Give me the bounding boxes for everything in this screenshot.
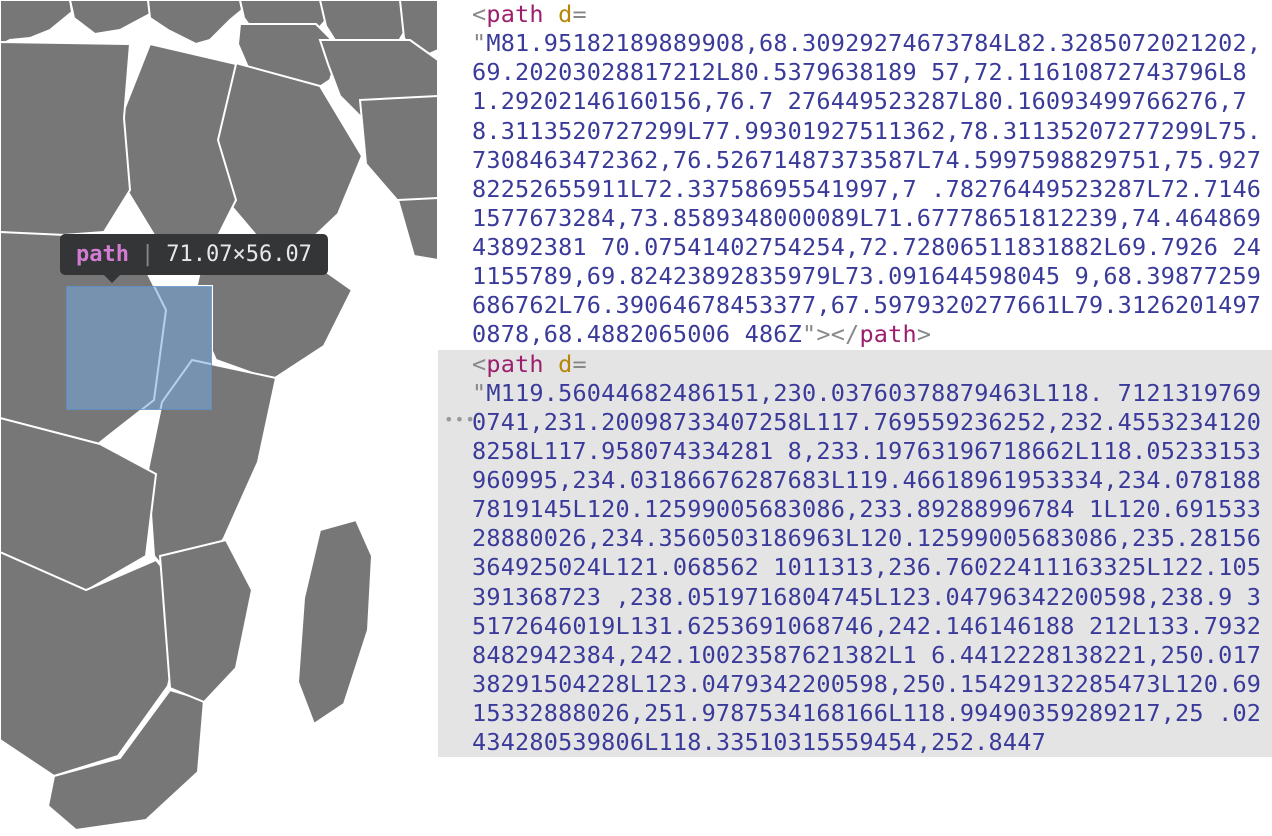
expand-icon[interactable]: •••	[444, 410, 476, 430]
path2-d-attr: M119.56044682486151,230.03760378879463L1…	[472, 379, 1261, 757]
tooltip-dimensions: 71.07×56.07	[166, 242, 312, 267]
path-element-1[interactable]: <path d="M81.95182189889908,68.309292746…	[472, 0, 1272, 350]
elements-source-panel[interactable]: ••• <path d="M81.95182189889908,68.30929…	[438, 0, 1272, 836]
tooltip-tagname: path	[76, 242, 129, 267]
map-preview-panel: path | 71.07×56.07	[0, 0, 438, 836]
devtools-layout: path | 71.07×56.07 ••• <path d="M81.9518…	[0, 0, 1272, 836]
map-svg	[0, 0, 438, 836]
element-highlight-overlay	[66, 286, 212, 410]
inspector-tooltip: path | 71.07×56.07	[60, 234, 328, 275]
path1-d-attr: M81.95182189889908,68.30929274673784L82.…	[472, 29, 1272, 348]
tooltip-separator: |	[141, 242, 154, 267]
path-element-2-selected[interactable]: <path d="M119.56044682486151,230.0376037…	[438, 350, 1272, 758]
